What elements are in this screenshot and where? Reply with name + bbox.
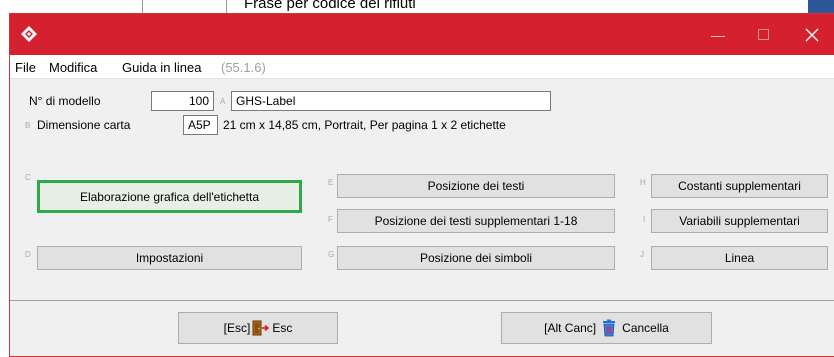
menu-file[interactable]: File (15, 60, 36, 75)
posizione-testi-button[interactable]: Posizione dei testi (337, 174, 615, 198)
app-diamond-icon (21, 26, 37, 42)
paper-code-field[interactable]: A5P (183, 115, 218, 135)
shortcut-hint-b: B (25, 121, 31, 130)
cancel-label: Cancella (622, 321, 669, 335)
paper-description: 21 cm x 14,85 cm, Portrait, Per pagina 1… (223, 118, 506, 132)
exit-door-icon (252, 320, 270, 336)
esc-button[interactable]: [Esc] Esc (178, 312, 338, 344)
shortcut-hint-i: I (643, 215, 646, 224)
impostazioni-button[interactable]: Impostazioni (37, 246, 302, 270)
trash-icon (603, 319, 616, 337)
menu-modifica[interactable]: Modifica (49, 60, 97, 75)
cancella-button[interactable]: [Alt Canc] Cancella (501, 312, 712, 344)
menu-bar: File Modifica Guida in linea (55.1.6) (10, 55, 834, 79)
posizione-simboli-button[interactable]: Posizione dei simboli (337, 246, 615, 270)
background-cell (0, 0, 143, 14)
minimize-button[interactable]: — (696, 14, 740, 55)
shortcut-hint-c: C (25, 173, 31, 182)
shortcut-hint-d: D (25, 250, 31, 259)
esc-prefix: [Esc] (223, 321, 251, 335)
shortcut-hint-h: H (640, 178, 646, 187)
esc-label: Esc (272, 321, 293, 335)
footer-separator (10, 300, 834, 301)
menu-guida[interactable]: Guida in linea (122, 60, 202, 75)
shortcut-hint-e: E (328, 178, 334, 187)
shortcut-hint-a: A (220, 97, 226, 106)
model-number-field[interactable]: 100 (151, 91, 214, 111)
close-button[interactable] (790, 14, 834, 55)
maximize-button[interactable] (741, 14, 785, 55)
paper-size-label: Dimensione carta (37, 118, 131, 132)
background-window-text: Frase per codice dei rifiuti (244, 0, 416, 12)
model-name-field[interactable]: GHS-Label (231, 91, 551, 111)
linea-button[interactable]: Linea (651, 246, 828, 270)
background-cell (143, 0, 227, 14)
cancel-prefix: [Alt Canc] (544, 321, 597, 335)
shortcut-hint-g: G (328, 250, 335, 259)
variabili-supplementari-button[interactable]: Variabili supplementari (651, 209, 828, 233)
menu-version: (55.1.6) (221, 60, 266, 75)
shortcut-hint-f: F (328, 215, 333, 224)
minimize-icon: — (711, 26, 725, 43)
dialog-window: — File Modifica Guida in linea (55.1.6) … (9, 13, 834, 357)
background-scroll (808, 0, 834, 14)
close-icon (805, 28, 819, 41)
shortcut-hint-j: J (640, 250, 644, 259)
elaborazione-grafica-button[interactable]: Elaborazione grafica dell'etichetta (37, 180, 302, 213)
background-window: Frase per codice dei rifiuti (0, 0, 834, 14)
title-bar[interactable]: — (10, 14, 834, 55)
costanti-supplementari-button[interactable]: Costanti supplementari (651, 174, 828, 198)
maximize-icon (757, 29, 769, 40)
posizione-testi-supplementari-button[interactable]: Posizione dei testi supplementari 1-18 (337, 209, 615, 233)
model-number-label: N° di modello (29, 94, 101, 108)
